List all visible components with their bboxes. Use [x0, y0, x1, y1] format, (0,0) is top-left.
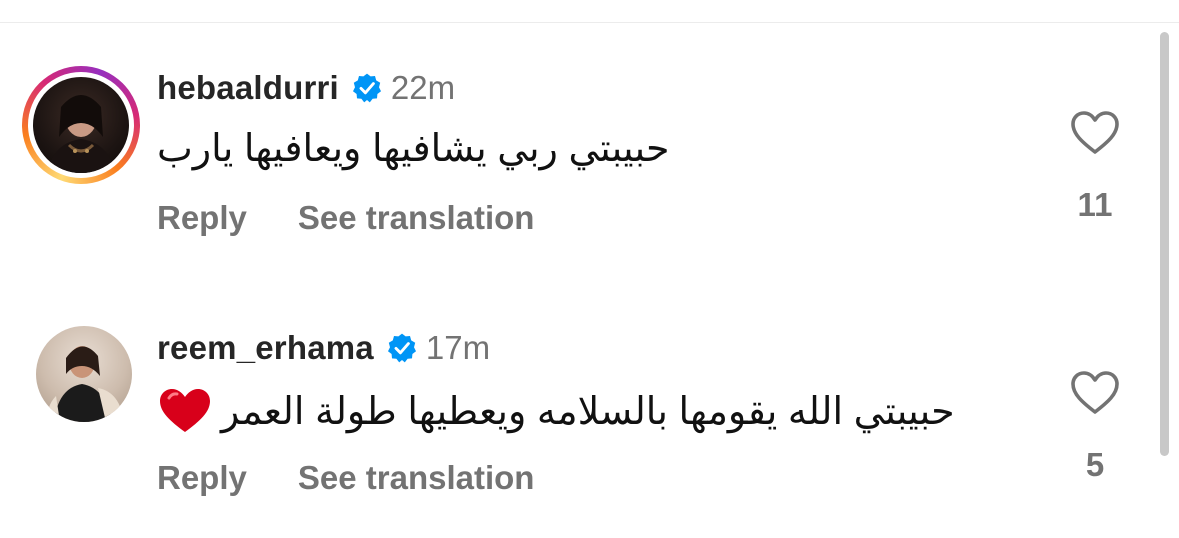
comment-actions: Reply See translation [157, 456, 534, 500]
see-translation-button[interactable]: See translation [298, 459, 535, 497]
comment-header: hebaaldurri 22m [157, 66, 455, 110]
comment-text-body: حبيبتي الله يقومها بالسلامه ويعطيها طولة… [221, 390, 955, 433]
comment-text: حبيبتي الله يقومها بالسلامه ويعطيها طولة… [157, 386, 955, 436]
timestamp: 22m [390, 69, 456, 106]
comments-panel: hebaaldurri 22m حبيبتي ربي يشافيها ويعاف… [0, 0, 1179, 538]
heart-outline-icon[interactable] [1070, 110, 1120, 156]
comment-item: reem_erhama 17m حبيبتي الله يقومها بالسل… [0, 322, 1150, 512]
comment-header: reem_erhama 17m [157, 326, 490, 370]
like-count: 5 [1085, 446, 1105, 483]
like-count: 11 [1077, 186, 1113, 223]
see-translation-button[interactable]: See translation [298, 199, 535, 237]
divider [0, 22, 1179, 23]
avatar[interactable] [22, 66, 140, 184]
avatar[interactable] [36, 326, 132, 422]
red-heart-emoji [157, 386, 213, 436]
verified-badge-icon [386, 332, 418, 364]
reply-button[interactable]: Reply [157, 199, 247, 237]
comment-actions: Reply See translation [157, 196, 534, 240]
username[interactable]: reem_erhama [157, 329, 374, 367]
verified-badge-icon [351, 72, 383, 104]
username[interactable]: hebaaldurri [157, 69, 339, 107]
scrollbar[interactable] [1160, 32, 1169, 456]
heart-outline-icon[interactable] [1070, 370, 1120, 416]
reply-button[interactable]: Reply [157, 459, 247, 497]
avatar-photo [33, 77, 129, 173]
comment-text: حبيبتي ربي يشافيها ويعافيها يارب [157, 128, 670, 170]
timestamp: 17m [425, 329, 491, 366]
comment-item: hebaaldurri 22m حبيبتي ربي يشافيها ويعاف… [0, 62, 1150, 252]
